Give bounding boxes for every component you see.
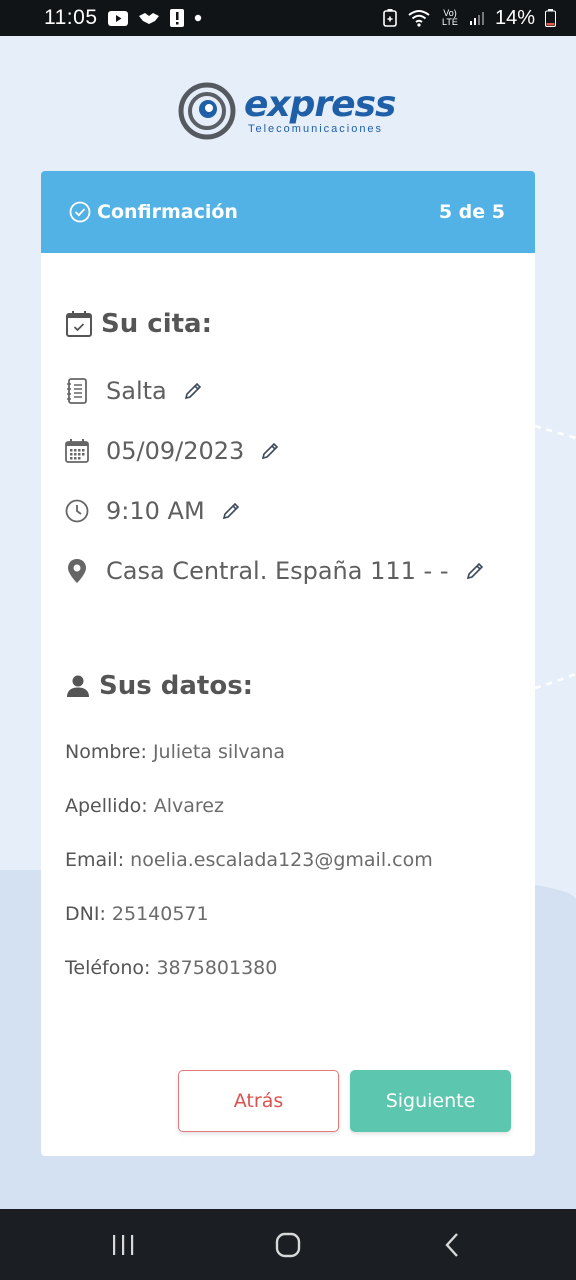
- alert-icon: [169, 9, 184, 27]
- home-icon: [275, 1232, 301, 1257]
- confirmation-card: Confirmación 5 de 5 Su cita: Salta 05/09…: [41, 171, 535, 1156]
- recent-apps-icon: [112, 1234, 133, 1255]
- data-value-telefono: 3875801380: [156, 957, 278, 979]
- status-right: Vo) LTE 14%: [383, 7, 556, 30]
- express-logo: express Telecomunicaciones: [178, 82, 396, 140]
- status-left: 11:05: [44, 6, 202, 30]
- data-value-email: noelia.escalada123@gmail.com: [130, 849, 433, 871]
- back-chevron-icon: [445, 1232, 459, 1257]
- data-row-apellido: Apellido: Alvarez: [65, 795, 224, 817]
- card-header: Confirmación 5 de 5: [41, 171, 535, 253]
- data-value-dni: 25140571: [111, 903, 209, 925]
- edit-time-pencil-icon[interactable]: [221, 501, 241, 521]
- step-indicator: 5 de 5: [438, 201, 505, 223]
- data-label-apellido: Apellido:: [65, 795, 148, 817]
- clock: 11:05: [44, 6, 98, 29]
- edit-city-pencil-icon[interactable]: [183, 381, 203, 401]
- appointment-section-title: Su cita:: [65, 309, 212, 339]
- data-label-email: Email:: [65, 849, 125, 871]
- recent-apps-button[interactable]: [93, 1215, 153, 1275]
- data-label-dni: DNI:: [65, 903, 106, 925]
- handshake-icon: [138, 11, 160, 25]
- appointment-office-row: Casa Central. España 111 - -: [65, 557, 485, 585]
- data-label-nombre: Nombre:: [65, 741, 147, 763]
- edit-date-pencil-icon[interactable]: [260, 441, 280, 461]
- check-circle-icon: [69, 201, 91, 223]
- data-row-telefono: Teléfono: 3875801380: [65, 957, 277, 979]
- appointment-date-row: 05/09/2023: [65, 437, 280, 465]
- data-value-apellido: Alvarez: [153, 795, 224, 817]
- notebook-icon: [65, 378, 89, 404]
- battery-saver-icon: [383, 9, 397, 27]
- volte-label: Vo) LTE: [442, 8, 458, 27]
- back-button[interactable]: Atrás: [178, 1070, 339, 1132]
- person-icon: [67, 675, 89, 697]
- personal-section-title: Sus datos:: [65, 671, 253, 701]
- battery-percent: 14%: [494, 6, 535, 29]
- appointment-date: 05/09/2023: [106, 437, 245, 465]
- header-title: Confirmación: [97, 201, 238, 223]
- appointment-title-text: Su cita:: [101, 309, 212, 339]
- signal-icon: [469, 10, 485, 26]
- system-nav-bar: [0, 1209, 576, 1280]
- personal-title-text: Sus datos:: [99, 671, 254, 701]
- data-value-nombre: Julieta silvana: [152, 741, 286, 763]
- appointment-time: 9:10 AM: [106, 497, 205, 525]
- calendar-grid-icon: [65, 439, 89, 463]
- edit-office-pencil-icon[interactable]: [465, 561, 485, 581]
- wifi-icon: [407, 9, 431, 27]
- data-label-telefono: Teléfono:: [65, 957, 151, 979]
- status-bar: 11:05 Vo) LTE 14%: [0, 0, 576, 36]
- data-row-nombre: Nombre: Julieta silvana: [65, 741, 285, 763]
- logo-subtitle: Telecomunicaciones: [248, 123, 384, 135]
- data-row-email: Email: noelia.escalada123@gmail.com: [65, 849, 433, 871]
- back-nav-button[interactable]: [423, 1215, 483, 1275]
- calendar-check-icon: [66, 311, 92, 337]
- data-row-dni: DNI: 25140571: [65, 903, 209, 925]
- location-pin-icon: [65, 558, 89, 584]
- next-button[interactable]: Siguiente: [350, 1070, 511, 1132]
- battery-icon: [545, 9, 556, 27]
- clock-icon: [65, 499, 89, 523]
- appointment-office: Casa Central. España 111 - -: [106, 557, 449, 585]
- notification-dot-icon: [194, 14, 202, 22]
- logo-word: express: [244, 84, 396, 125]
- logo-mark-icon: [178, 82, 236, 140]
- appointment-city: Salta: [106, 377, 167, 405]
- background-dashes: [535, 424, 576, 690]
- home-button[interactable]: [258, 1215, 318, 1275]
- appointment-time-row: 9:10 AM: [65, 497, 241, 525]
- youtube-icon: [107, 10, 128, 26]
- appointment-city-row: Salta: [65, 377, 203, 405]
- volte-icon: Vo) LTE: [441, 9, 459, 27]
